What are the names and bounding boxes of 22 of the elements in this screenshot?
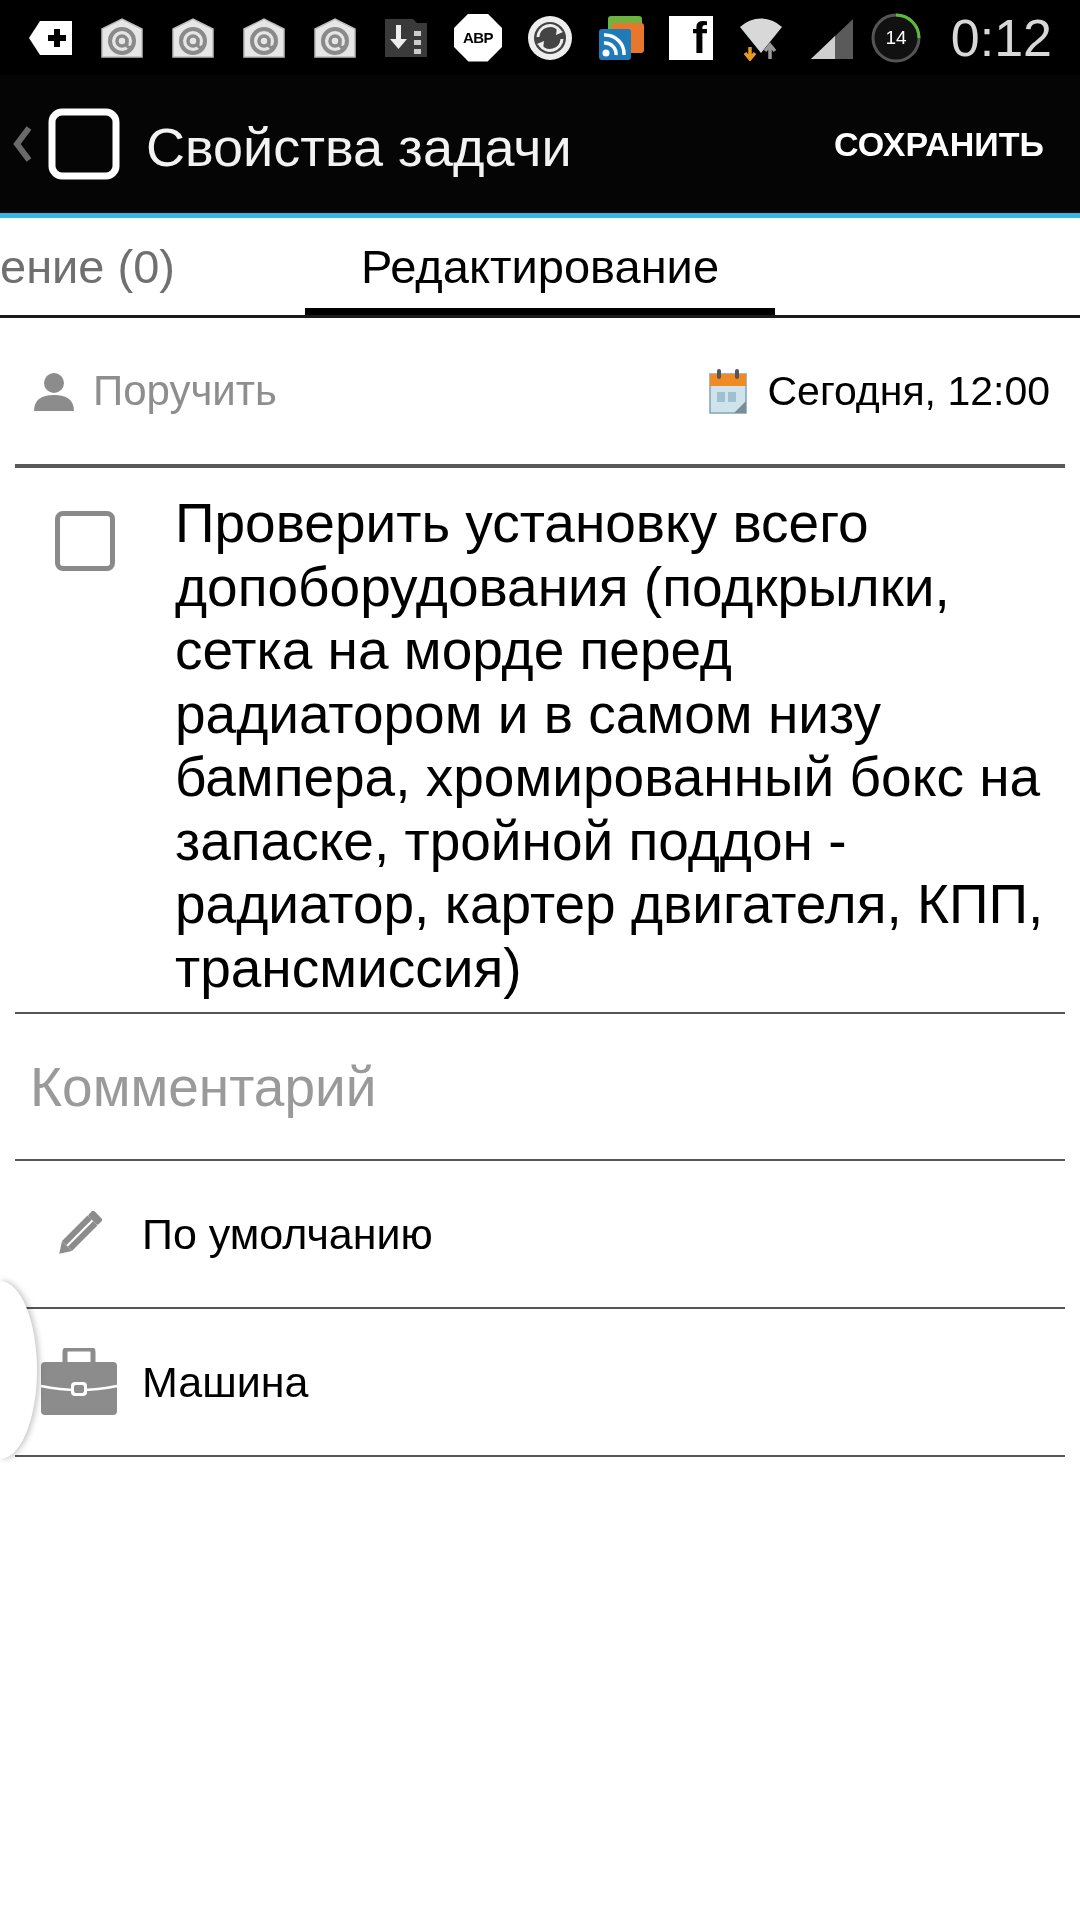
caret-icon[interactable] xyxy=(13,126,33,162)
app-checkbox-icon[interactable] xyxy=(48,108,120,180)
rss-icon xyxy=(598,14,644,61)
logo-tile: f xyxy=(669,15,713,60)
due-date-button[interactable]: Сегодня, 12:00 xyxy=(709,367,1050,415)
clock-time: 0:12 xyxy=(950,7,1052,68)
tab[interactable]: ение (0) xyxy=(0,218,305,315)
sync-icon xyxy=(527,14,573,61)
task-checkbox[interactable] xyxy=(55,511,115,571)
property-label[interactable]: Машина xyxy=(142,1357,309,1407)
screen-title: Свойства задачи xyxy=(146,116,572,178)
task-text: Проверить установку всего допоборудования (подкрылки, сетка на морде перед радиатором и в самом низу бампера, хромированный бокс на запаске, тройной поддон - радиатор, картер двигателя, КПП, трансмиссия) xyxy=(175,492,1045,1000)
briefcase-icon xyxy=(40,1348,118,1416)
tab[interactable]: Редактирование xyxy=(305,218,775,315)
comment-field[interactable]: Комментарий xyxy=(0,1014,1080,1159)
ad-block-badge: ABP xyxy=(454,13,502,62)
property-label[interactable]: По умолчанию xyxy=(142,1209,433,1259)
calendar-icon xyxy=(709,368,748,414)
person-icon xyxy=(32,371,76,411)
battery-badge: 14 xyxy=(870,11,922,64)
save-button[interactable]: СОХРАНИТЬ xyxy=(824,106,1054,182)
drawer-handle[interactable] xyxy=(0,1281,37,1459)
